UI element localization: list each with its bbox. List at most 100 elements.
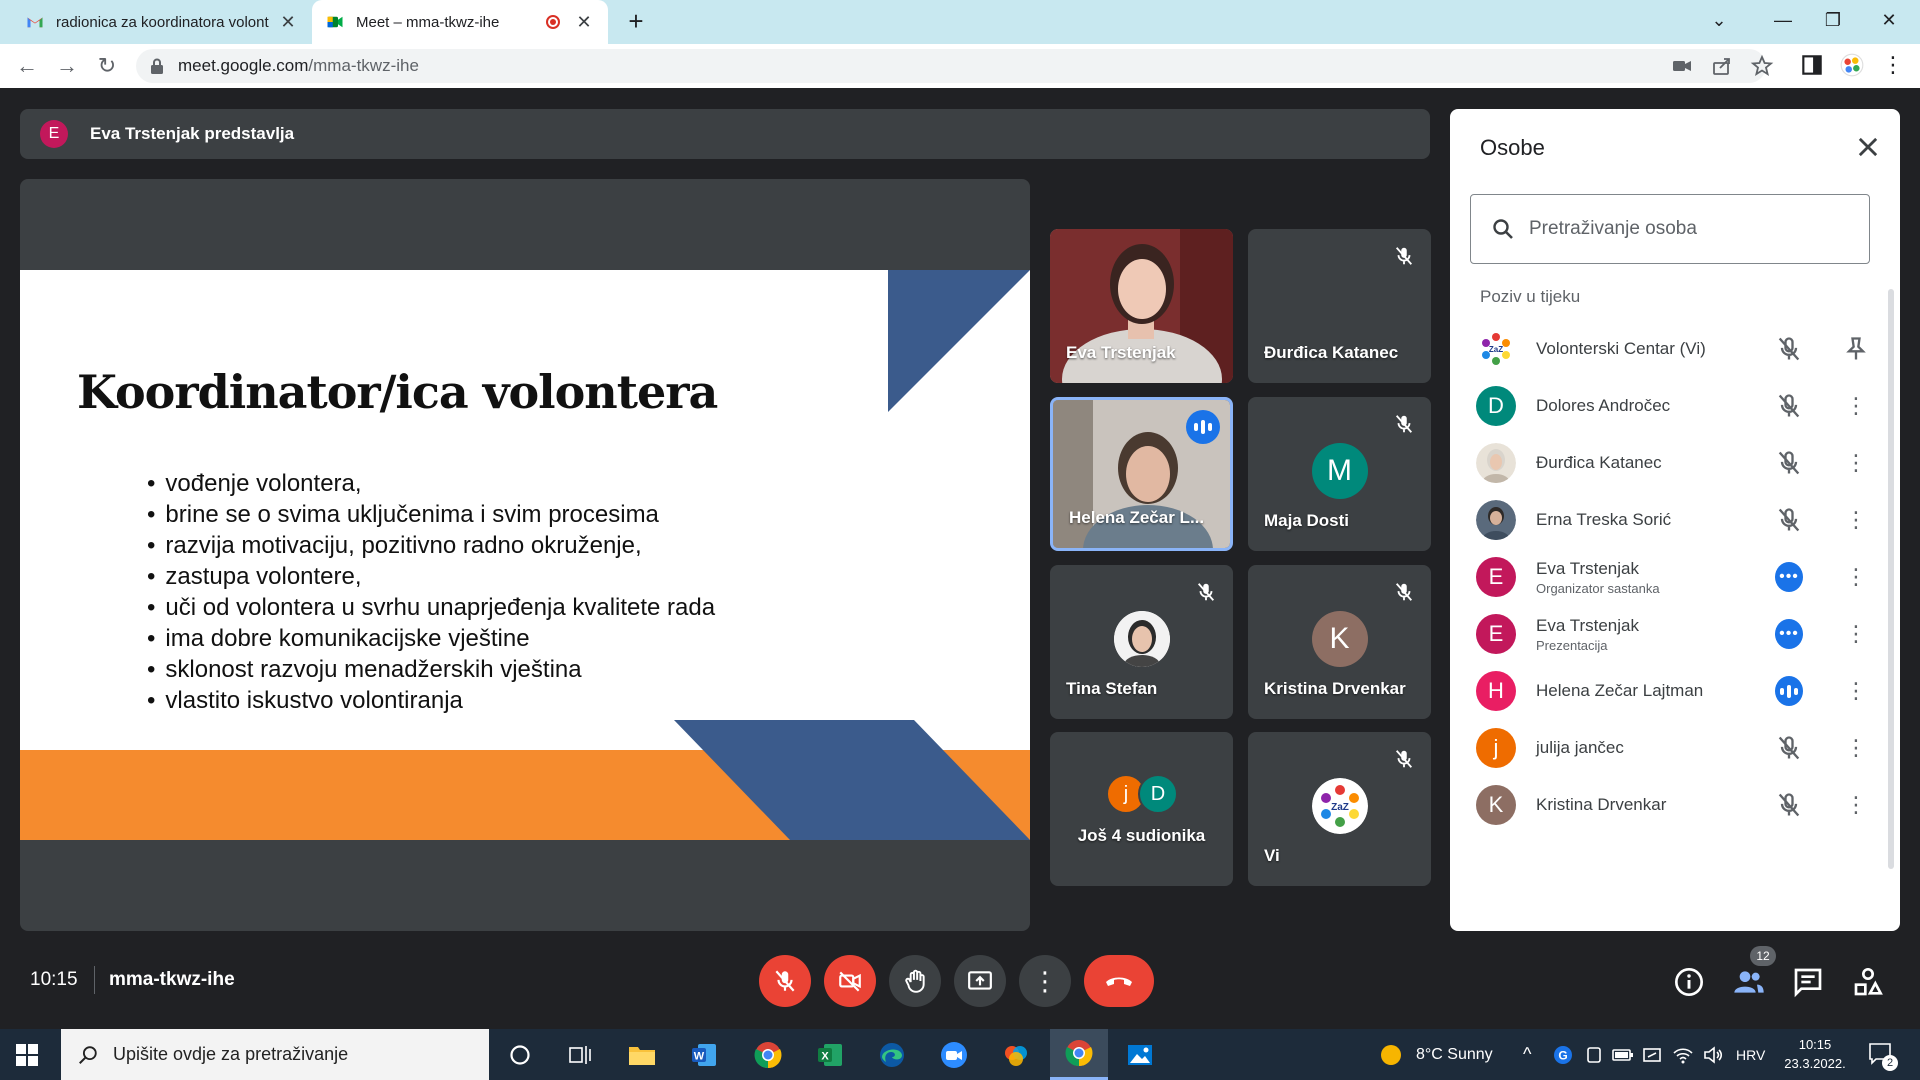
- forward-button[interactable]: →: [52, 52, 82, 82]
- minimize-button[interactable]: —: [1760, 0, 1806, 40]
- excel-icon[interactable]: X: [812, 1037, 848, 1073]
- back-button[interactable]: ←: [12, 52, 42, 82]
- close-window-button[interactable]: ✕: [1866, 0, 1912, 40]
- file-explorer-icon[interactable]: [624, 1037, 660, 1073]
- close-panel-icon[interactable]: [1854, 133, 1882, 161]
- more-options-icon[interactable]: ⋮: [1842, 392, 1870, 420]
- cortana-icon[interactable]: [502, 1037, 538, 1073]
- network-icon[interactable]: [1642, 1045, 1662, 1065]
- word-icon[interactable]: W: [686, 1037, 722, 1073]
- taskbar-search[interactable]: Upišite ovdje za pretraživanje: [61, 1029, 489, 1080]
- person-name: Eva Trstenjak: [1536, 615, 1639, 635]
- mic-off-icon[interactable]: [1775, 335, 1803, 363]
- more-options-icon[interactable]: ⋮: [1842, 734, 1870, 762]
- person-name: Đurđica Katanec: [1536, 453, 1662, 472]
- zoom-icon[interactable]: [936, 1037, 972, 1073]
- more-options-icon[interactable]: ⋮: [1842, 506, 1870, 534]
- address-bar[interactable]: meet.google.com/mma-tkwz-ihe: [136, 49, 1766, 83]
- paint-3d-icon[interactable]: [998, 1037, 1034, 1073]
- recording-icon: [546, 15, 560, 29]
- mic-off-icon[interactable]: [1775, 734, 1803, 762]
- mic-off-icon[interactable]: [1775, 392, 1803, 420]
- windows-start-icon[interactable]: [16, 1044, 38, 1066]
- browser-menu-icon[interactable]: ⋮: [1880, 52, 1906, 78]
- mic-off-icon[interactable]: [1775, 506, 1803, 534]
- tray-app-icon[interactable]: G: [1553, 1045, 1573, 1065]
- microphone-toggle-button[interactable]: [759, 955, 811, 1007]
- slide-bullet-list: vođenje volontera, brine se o svima uklj…: [165, 468, 715, 716]
- mic-off-icon: [1395, 247, 1413, 265]
- people-search[interactable]: [1470, 194, 1870, 264]
- restore-button[interactable]: ❐: [1810, 0, 1856, 40]
- volume-icon[interactable]: [1702, 1045, 1724, 1065]
- participant-tile[interactable]: K Kristina Drvenkar: [1248, 565, 1431, 719]
- volonterski-centar-logo-icon: ZaZ: [1311, 778, 1368, 834]
- participant-tile[interactable]: Tina Stefan: [1050, 565, 1233, 719]
- more-participants-tile[interactable]: j D Još 4 sudionika: [1050, 732, 1233, 886]
- meeting-code: mma-tkwz-ihe: [109, 969, 235, 990]
- people-search-input[interactable]: [1529, 218, 1829, 240]
- leave-call-button[interactable]: [1084, 955, 1154, 1007]
- chrome-active-icon[interactable]: [1050, 1029, 1108, 1080]
- presentation-slide: Koordinator/ica volontera vođenje volont…: [20, 270, 1030, 840]
- more-options-icon[interactable]: ⋮: [1842, 563, 1870, 591]
- meeting-clock: 10:15: [30, 969, 78, 990]
- battery-icon[interactable]: [1612, 1045, 1634, 1065]
- more-options-icon[interactable]: ⋮: [1842, 677, 1870, 705]
- tab-gmail[interactable]: radionica za koordinatora volont ✕: [12, 0, 312, 44]
- presenting-label: Eva Trstenjak predstavlja: [90, 124, 295, 143]
- mic-off-icon[interactable]: [1775, 791, 1803, 819]
- close-tab-icon[interactable]: ✕: [278, 12, 298, 33]
- photos-icon[interactable]: [1122, 1037, 1158, 1073]
- mic-off-icon: [1395, 750, 1413, 768]
- chat-icon[interactable]: [1792, 966, 1824, 998]
- participant-tile[interactable]: M Maja Dosti: [1248, 397, 1431, 551]
- slide-bullet: uči od volontera u svrhu unaprjeđenja kv…: [165, 592, 715, 623]
- wifi-icon[interactable]: [1672, 1045, 1694, 1065]
- tray-device-icon[interactable]: [1584, 1045, 1604, 1065]
- section-label: Poziv u tijeku: [1480, 287, 1581, 306]
- mic-off-icon[interactable]: [1775, 449, 1803, 477]
- share-icon[interactable]: [1710, 54, 1734, 78]
- camera-toggle-button[interactable]: [824, 955, 876, 1007]
- activities-icon[interactable]: [1852, 966, 1884, 998]
- more-options-icon[interactable]: ⋮: [1842, 620, 1870, 648]
- tab-search-icon[interactable]: ⌄: [1696, 0, 1742, 40]
- tab-meet[interactable]: Meet – mma-tkwz-ihe ✕: [312, 0, 608, 44]
- participant-tile[interactable]: Eva Trstenjak: [1050, 229, 1233, 383]
- people-icon[interactable]: [1733, 966, 1765, 998]
- camera-blocked-icon[interactable]: [1670, 54, 1694, 78]
- person-row[interactable]: K Kristina Drvenkar ⋮: [1470, 770, 1880, 840]
- person-name: Helena Zečar Lajtman: [1536, 681, 1704, 700]
- search-icon: [1493, 219, 1513, 239]
- edge-icon[interactable]: [874, 1037, 910, 1073]
- reload-button[interactable]: ↻: [92, 52, 122, 82]
- panel-scrollbar[interactable]: [1888, 289, 1894, 869]
- chrome-icon[interactable]: [750, 1037, 786, 1073]
- pin-icon[interactable]: [1842, 335, 1870, 363]
- participant-tile[interactable]: Helena Zečar L...: [1050, 397, 1233, 551]
- raise-hand-button[interactable]: [889, 955, 941, 1007]
- participant-name: Helena Zečar L...: [1069, 508, 1205, 527]
- task-view-icon[interactable]: [562, 1037, 598, 1073]
- weather-sun-icon: [1381, 1045, 1401, 1065]
- camera-off-icon: [839, 971, 861, 992]
- present-screen-button[interactable]: [954, 955, 1006, 1007]
- bookmark-star-icon[interactable]: [1750, 54, 1774, 78]
- taskbar-clock[interactable]: 10:15 23.3.2022.: [1780, 1035, 1850, 1073]
- participant-tile[interactable]: Đurđica Katanec: [1248, 229, 1431, 383]
- more-options-icon[interactable]: ⋮: [1842, 449, 1870, 477]
- slide-bullet: ima dobre komunikacijske vještine: [165, 623, 715, 654]
- input-language[interactable]: HRV: [1736, 1029, 1765, 1080]
- more-options-icon[interactable]: ⋮: [1842, 791, 1870, 819]
- side-panel-icon[interactable]: [1799, 52, 1825, 78]
- url-text: meet.google.com/mma-tkwz-ihe: [178, 56, 419, 75]
- tray-chevron-icon[interactable]: ^: [1523, 1029, 1531, 1080]
- meeting-details-icon[interactable]: [1673, 966, 1705, 998]
- self-tile[interactable]: ZaZ Vi: [1248, 732, 1431, 886]
- close-tab-icon[interactable]: ✕: [574, 12, 594, 33]
- new-tab-button[interactable]: +: [620, 6, 652, 38]
- more-options-button[interactable]: ⋮: [1019, 955, 1071, 1007]
- profile-avatar-icon[interactable]: [1839, 52, 1865, 78]
- weather-text[interactable]: 8°C Sunny: [1416, 1029, 1493, 1080]
